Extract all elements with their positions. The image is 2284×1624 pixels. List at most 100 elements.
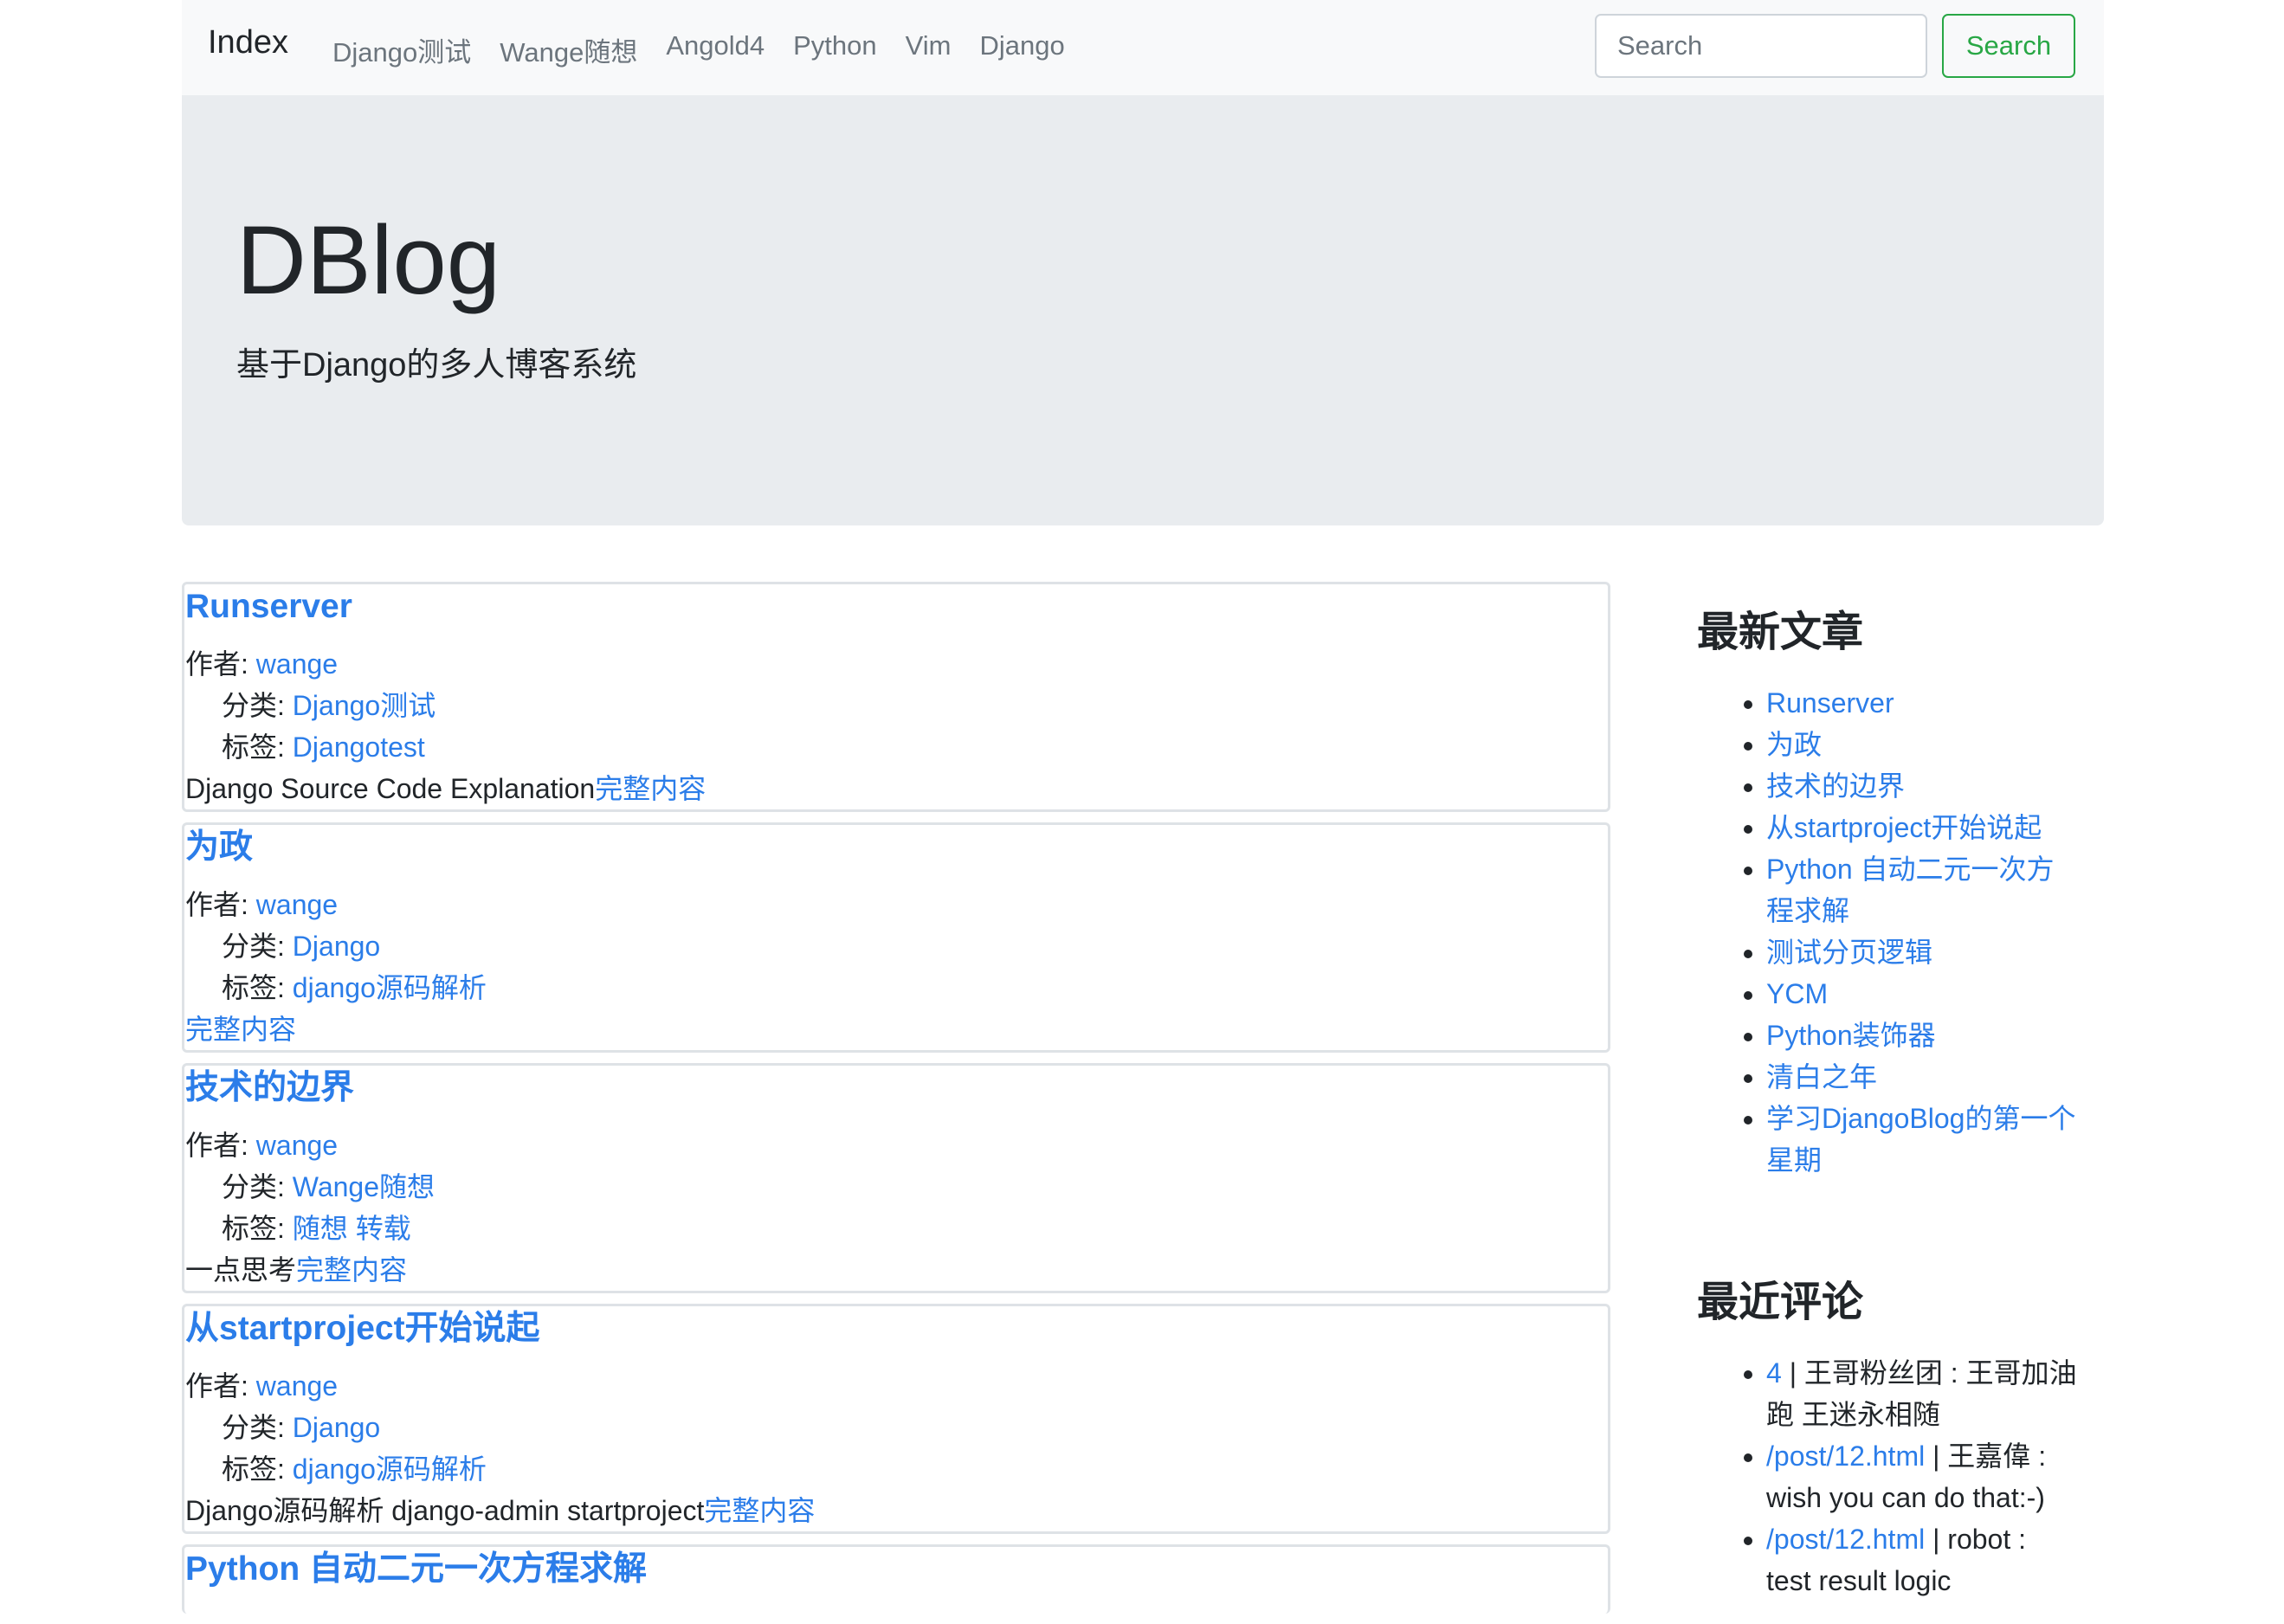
read-more-link[interactable]: 完整内容 [704, 1495, 815, 1526]
post-author-line: 作者: wange [185, 1125, 1608, 1166]
post-summary: 完整内容 [185, 1009, 1608, 1050]
list-item: 为政 [1766, 724, 2078, 765]
post-title-link[interactable]: 技术的边界 [185, 1066, 1608, 1111]
latest-post-link[interactable]: 学习DjangoBlog的第一个星期 [1766, 1103, 2075, 1176]
post-title-link[interactable]: 从startproject开始说起 [185, 1306, 1608, 1351]
author-label: 作者: [185, 648, 256, 680]
category-link[interactable]: Django测试 [293, 690, 436, 721]
latest-post-link[interactable]: 为政 [1766, 729, 1822, 760]
author-label: 作者: [185, 1130, 256, 1161]
latest-post-link[interactable]: 从startproject开始说起 [1766, 812, 2042, 843]
list-item: 测试分页逻辑 [1766, 931, 2078, 973]
category-link[interactable]: Django [293, 931, 380, 962]
category-label: 分类: [222, 1412, 293, 1443]
recent-comments-list: 4 | 王哥粉丝团 : 王哥加油跑 王迷永相随 /post/12.html | … [1697, 1352, 2078, 1601]
post-title-link[interactable]: Python 自动二元一次方程求解 [185, 1547, 1608, 1592]
latest-post-link[interactable]: 测试分页逻辑 [1766, 937, 1932, 968]
author-link[interactable]: wange [256, 889, 338, 920]
tags-label: 标签: [222, 1453, 293, 1485]
post-author-line: 作者: wange [185, 1365, 1608, 1407]
list-item: 清白之年 [1766, 1056, 2078, 1098]
summary-text: Django Source Code Explanation [185, 773, 596, 804]
jumbotron: DBlog 基于Django的多人博客系统 [182, 95, 2104, 525]
page-container: Index Django测试 Wange随想 Angold4 Python Vi… [182, 0, 2104, 1621]
list-item: 学习DjangoBlog的第一个星期 [1766, 1098, 2078, 1181]
comment-text: | 王哥粉丝团 : 王哥加油跑 王迷永相随 [1766, 1357, 2077, 1430]
list-item: 从startproject开始说起 [1766, 807, 2078, 848]
latest-post-link[interactable]: Python装饰器 [1766, 1020, 1936, 1051]
post-summary: 一点思考完整内容 [185, 1249, 1608, 1291]
tag-link[interactable]: django源码解析 [293, 1453, 487, 1485]
recent-comments-heading: 最近评论 [1697, 1279, 1864, 1325]
latest-post-link[interactable]: Python 自动二元一次方程求解 [1766, 854, 2055, 926]
navbar: Index Django测试 Wange随想 Angold4 Python Vi… [182, 0, 2104, 95]
post-card: 从startproject开始说起 作者: wange 分类: Django 标… [182, 1304, 1610, 1534]
list-item: /post/12.html | 王嘉偉 : wish you can do th… [1766, 1435, 2078, 1518]
author-link[interactable]: wange [256, 648, 338, 680]
category-label: 分类: [222, 931, 293, 962]
nav-link-angold4[interactable]: Angold4 [666, 30, 765, 69]
tag-link[interactable]: 转载 [356, 1213, 411, 1244]
brand-link[interactable]: Index [208, 24, 288, 61]
list-item: 技术的边界 [1766, 765, 2078, 807]
summary-text: Django源码解析 django-admin startproject [185, 1495, 705, 1526]
author-link[interactable]: wange [256, 1370, 338, 1402]
tag-link[interactable]: django源码解析 [293, 972, 487, 1003]
search-button[interactable]: Search [1942, 14, 2075, 78]
post-tags-line: 标签: 随想 转载 [185, 1208, 1608, 1249]
category-label: 分类: [222, 1171, 293, 1202]
latest-post-link[interactable]: YCM [1766, 978, 1828, 1009]
comment-post-link[interactable]: /post/12.html [1766, 1524, 1925, 1555]
nav-link-django[interactable]: Django [979, 30, 1064, 69]
author-label: 作者: [185, 889, 256, 920]
latest-post-link[interactable]: 清白之年 [1766, 1061, 1877, 1092]
latest-posts-heading: 最新文章 [1697, 609, 1864, 655]
nav-link-wange-thoughts[interactable]: Wange随想 [500, 30, 637, 69]
summary-text: 一点思考 [185, 1254, 297, 1286]
nav-links: Django测试 Wange随想 Angold4 Python Vim Djan… [332, 30, 1094, 69]
list-item: /post/12.html | robot : test result logi… [1766, 1518, 2078, 1601]
tags-label: 标签: [222, 731, 293, 763]
post-author-line: 作者: wange [185, 643, 1608, 685]
tags-label: 标签: [222, 1213, 293, 1244]
site-title: DBlog [236, 206, 501, 314]
nav-link-django-test[interactable]: Django测试 [332, 30, 471, 69]
category-label: 分类: [222, 690, 293, 721]
post-card: 技术的边界 作者: wange 分类: Wange随想 标签: 随想 转载 一点… [182, 1063, 1610, 1293]
list-item: Python装饰器 [1766, 1015, 2078, 1056]
post-card: Runserver 作者: wange 分类: Django测试 标签: Dja… [182, 582, 1610, 812]
list-item: 4 | 王哥粉丝团 : 王哥加油跑 王迷永相随 [1766, 1352, 2078, 1435]
list-item: Runserver [1766, 682, 2078, 724]
post-card: Python 自动二元一次方程求解 [182, 1544, 1610, 1614]
tag-link[interactable]: Djangotest [293, 731, 425, 763]
list-item: YCM [1766, 973, 2078, 1015]
author-label: 作者: [185, 1370, 256, 1402]
read-more-link[interactable]: 完整内容 [595, 773, 706, 804]
category-link[interactable]: Wange随想 [293, 1171, 435, 1202]
post-list: Runserver 作者: wange 分类: Django测试 标签: Dja… [182, 582, 1610, 1624]
nav-link-python[interactable]: Python [793, 30, 877, 69]
post-author-line: 作者: wange [185, 884, 1608, 925]
latest-post-link[interactable]: 技术的边界 [1766, 770, 1905, 802]
sidebar: 最新文章 Runserver 为政 技术的边界 从startproject开始说… [1697, 606, 2078, 1601]
latest-posts-list: Runserver 为政 技术的边界 从startproject开始说起 Pyt… [1697, 682, 2078, 1181]
tag-link[interactable]: 随想 [293, 1213, 348, 1244]
post-tags-line: 标签: django源码解析 [185, 967, 1608, 1009]
site-subtitle: 基于Django的多人博客系统 [236, 347, 637, 383]
latest-post-link[interactable]: Runserver [1766, 687, 1894, 719]
read-more-link[interactable]: 完整内容 [185, 1014, 296, 1045]
post-category-line: 分类: Django [185, 925, 1608, 967]
post-category-line: 分类: Django测试 [185, 685, 1608, 726]
post-title-link[interactable]: Runserver [185, 584, 1608, 629]
read-more-link[interactable]: 完整内容 [296, 1254, 407, 1286]
search-input[interactable] [1595, 14, 1927, 78]
comment-post-link[interactable]: /post/12.html [1766, 1440, 1925, 1472]
tags-label: 标签: [222, 972, 293, 1003]
author-link[interactable]: wange [256, 1130, 338, 1161]
post-summary: Django Source Code Explanation完整内容 [185, 768, 1608, 809]
comment-post-link[interactable]: 4 [1766, 1357, 1782, 1389]
post-title-link[interactable]: 为政 [185, 825, 1608, 870]
nav-link-vim[interactable]: Vim [906, 30, 952, 69]
list-item: Python 自动二元一次方程求解 [1766, 848, 2078, 931]
category-link[interactable]: Django [293, 1412, 380, 1443]
